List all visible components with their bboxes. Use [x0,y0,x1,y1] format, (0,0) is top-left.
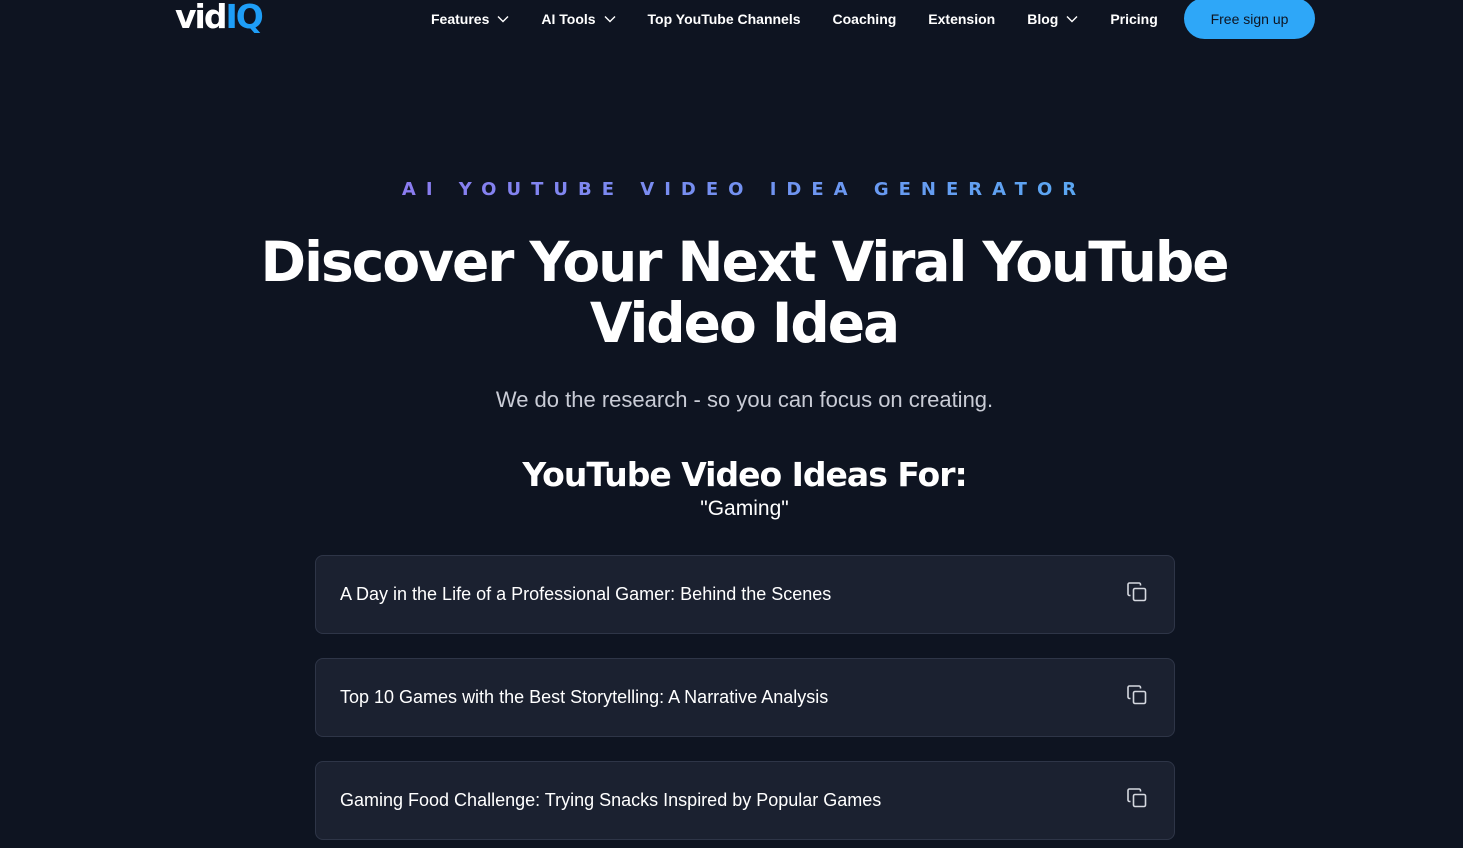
chevron-down-icon [1066,16,1078,23]
logo-text-iq: IQ [225,0,263,36]
nav-item-label: Coaching [832,11,897,27]
copy-icon[interactable] [1124,785,1150,811]
top-navbar: vidIQ Features AI Tools Top YouTube Chan… [0,0,1463,40]
copy-icon[interactable] [1124,579,1150,605]
nav-item-label: Blog [1027,11,1059,27]
nav-item-label: Extension [928,11,996,27]
nav-item-coaching[interactable]: Coaching [833,11,897,27]
chevron-down-icon [604,16,616,23]
idea-card: Top 10 Games with the Best Storytelling:… [315,658,1175,737]
copy-icon[interactable] [1124,682,1150,708]
nav-item-pricing[interactable]: Pricing [1110,11,1157,27]
nav-links: Features AI Tools Top YouTube Channels C… [431,0,1190,38]
nav-item-label: Top YouTube Channels [647,11,801,27]
nav-item-features[interactable]: Features [431,11,509,27]
nav-item-extension[interactable]: Extension [928,11,995,27]
idea-card: A Day in the Life of a Professional Game… [315,555,1175,634]
idea-text: Top 10 Games with the Best Storytelling:… [340,687,829,707]
hero-eyebrow: AI YOUTUBE VIDEO IDEA GENERATOR [401,179,1087,200]
idea-card: Gaming Food Challenge: Trying Snacks Ins… [315,761,1175,840]
nav-item-top-youtube-channels[interactable]: Top YouTube Channels [648,11,801,27]
idea-text: Gaming Food Challenge: Trying Snacks Ins… [340,790,882,810]
nav-item-ai-tools[interactable]: AI Tools [541,11,616,27]
nav-item-blog[interactable]: Blog [1027,11,1078,27]
nav-item-label: AI Tools [541,11,596,27]
idea-text: A Day in the Life of a Professional Game… [340,584,832,604]
vidiq-logo[interactable]: vidIQ [175,0,264,37]
chevron-down-icon [497,16,509,23]
free-signup-button[interactable]: Free sign up [1184,0,1315,39]
logo-text-vid: vid [175,0,227,36]
hero-subhead: We do the research - so you can focus on… [495,387,994,412]
nav-item-label: Features [431,11,490,27]
ideas-title: YouTube Video Ideas For: [522,455,967,494]
nav-item-label: Pricing [1110,11,1158,27]
ideas-query: "Gaming" [700,497,789,520]
hero-headline: Discover Your Next Viral YouTube Video I… [260,230,1229,355]
